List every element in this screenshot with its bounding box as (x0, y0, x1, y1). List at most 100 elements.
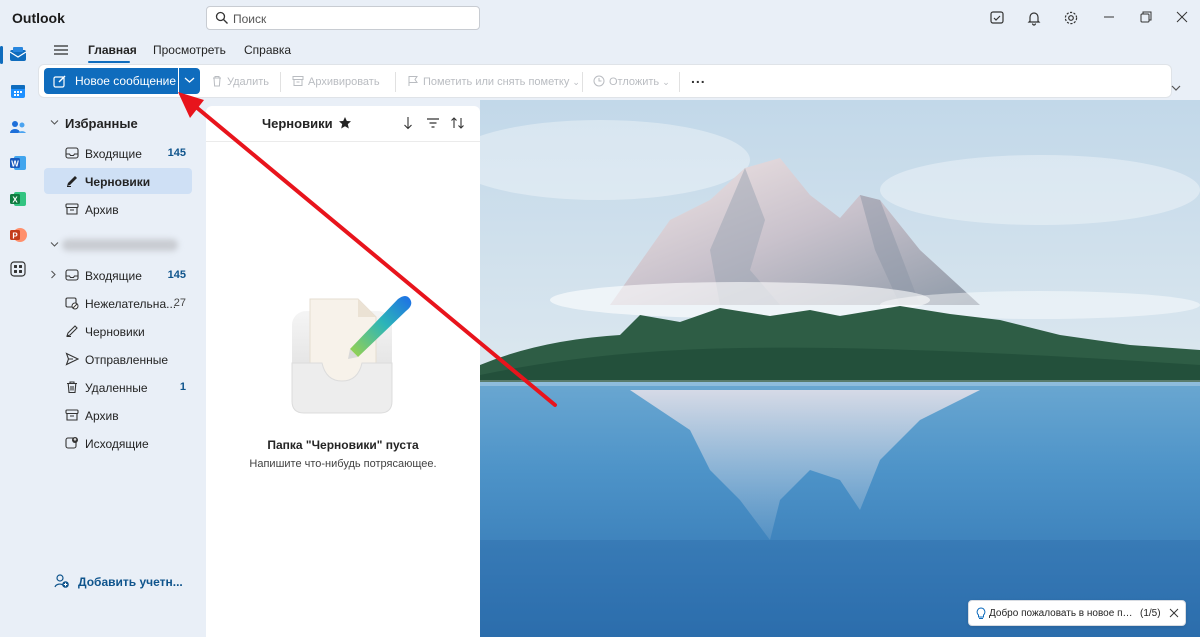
add-person-icon (54, 574, 69, 588)
archive-icon (292, 76, 304, 86)
excel-icon[interactable]: X (8, 189, 28, 209)
ribbon-toolbar: Новое сообщение Удалить Архивировать Пом… (38, 64, 1172, 98)
sort-icon[interactable] (450, 116, 466, 130)
apps-icon[interactable] (8, 259, 28, 279)
tab-home[interactable]: Главная (88, 43, 137, 57)
flag-label: Пометить или снять пометку (423, 76, 570, 88)
welcome-tip[interactable]: Добро пожаловать в новое приложение Outl… (968, 600, 1186, 626)
bell-icon[interactable] (1026, 10, 1042, 26)
word-icon[interactable]: W (8, 153, 28, 173)
folder-label: Архив (85, 409, 119, 423)
archive-label: Архивировать (308, 76, 380, 88)
hamburger-menu-icon[interactable] (54, 44, 68, 56)
empty-drafts-illustration (291, 296, 412, 414)
folder-account-archive[interactable]: Архив (44, 402, 192, 428)
svg-text:X: X (12, 196, 18, 205)
archive-icon (65, 409, 79, 421)
close-icon[interactable] (1175, 10, 1189, 24)
search-input[interactable]: Поиск (206, 6, 480, 30)
flag-icon (408, 76, 418, 86)
folder-favorites-inbox[interactable]: Входящие 145 (44, 140, 192, 166)
pencil-icon (66, 325, 78, 337)
toolbar-divider (679, 72, 680, 92)
calendar-icon[interactable] (8, 81, 28, 101)
pencil-icon (67, 176, 77, 187)
folder-title: Черновики (262, 116, 333, 131)
folder-label: Исходящие (85, 437, 149, 451)
archive-icon (65, 203, 79, 215)
active-tab-indicator (88, 61, 130, 63)
item-count: 27 (173, 297, 186, 309)
folder-account-junk[interactable]: Нежелательна... 27 (44, 290, 192, 316)
tip-text: Добро пожаловать в новое приложение Outl… (989, 608, 1133, 619)
jump-to-icon[interactable] (402, 116, 414, 130)
folder-label: Черновики (85, 175, 151, 189)
chevron-down-icon (184, 77, 195, 83)
folder-favorites-archive[interactable]: Архив (44, 196, 192, 222)
archive-button[interactable]: Архивировать (292, 75, 380, 88)
restore-icon[interactable] (1139, 10, 1153, 24)
ribbon: Главная Просмотреть Справка Новое сообще… (38, 38, 1200, 100)
tab-help[interactable]: Справка (244, 43, 291, 57)
my-day-icon[interactable] (989, 10, 1005, 26)
unread-count: 145 (167, 269, 186, 281)
rail-active-indicator (0, 46, 3, 64)
folder-label: Черновики (85, 325, 145, 339)
trash-icon (67, 381, 77, 394)
lightbulb-icon (976, 607, 986, 619)
add-account-button[interactable]: Добавить учетн... (54, 573, 183, 591)
toolbar-divider (395, 72, 396, 92)
flag-button[interactable]: Пометить или снять пометку ⌄ (407, 75, 580, 88)
trash-icon (213, 76, 221, 87)
message-list: Черновики Папка "Черновики" пуста Напиши… (206, 106, 480, 637)
minimize-icon[interactable] (1102, 10, 1116, 24)
folder-label: Нежелательна... (85, 297, 177, 311)
new-message-button[interactable]: Новое сообщение (44, 68, 178, 94)
ribbon-expand-icon[interactable] (1171, 84, 1181, 92)
chevron-right-icon[interactable] (50, 270, 57, 279)
toolbar-divider (582, 72, 583, 92)
gear-icon[interactable] (1063, 10, 1079, 26)
app-title: Outlook (12, 10, 65, 26)
folder-account-drafts[interactable]: Черновики (44, 318, 192, 344)
outbox-icon (65, 437, 78, 449)
clock-icon (593, 75, 605, 87)
account-name-redacted (62, 239, 178, 251)
new-message-dropdown[interactable] (179, 68, 200, 94)
title-bar: Outlook Поиск (0, 0, 1200, 38)
new-message-label: Новое сообщение (75, 74, 177, 88)
people-icon[interactable] (8, 117, 28, 137)
app-rail: W X P (0, 38, 38, 637)
powerpoint-icon[interactable]: P (8, 225, 28, 245)
send-icon (65, 352, 79, 366)
delete-label: Удалить (227, 76, 269, 88)
tab-view[interactable]: Просмотреть (153, 43, 226, 57)
folder-account-deleted[interactable]: Удаленные 1 (44, 374, 192, 400)
folder-account-sent[interactable]: Отправленные (44, 346, 192, 372)
inbox-icon (65, 269, 79, 281)
empty-state-subtitle: Напишите что-нибудь потрясающее. (249, 458, 437, 470)
chevron-down-icon (50, 120, 59, 125)
chevron-down-icon (50, 242, 59, 247)
folder-account-outbox[interactable]: Исходящие (44, 430, 192, 456)
mail-icon[interactable] (8, 45, 28, 65)
close-icon[interactable] (1169, 608, 1179, 618)
folder-account-inbox[interactable]: Входящие 145 (44, 262, 192, 288)
search-placeholder: Поиск (233, 12, 267, 26)
junk-icon (65, 297, 79, 310)
folder-favorites-drafts[interactable]: Черновики (44, 168, 192, 194)
star-icon[interactable] (338, 116, 352, 130)
filter-icon[interactable] (426, 116, 440, 130)
message-list-header: Черновики (206, 106, 480, 142)
inbox-icon (65, 147, 79, 159)
more-options-button[interactable]: ... (691, 70, 706, 86)
folder-pane: Избранные Входящие 145 Черновики Архив В… (38, 100, 205, 637)
toolbar-divider (280, 72, 281, 92)
snooze-button[interactable]: Отложить ⌄ (593, 75, 670, 88)
delete-button[interactable]: Удалить (211, 75, 269, 88)
snooze-label: Отложить (609, 76, 660, 88)
favorites-label: Избранные (65, 116, 138, 131)
landscape-background-image (480, 100, 1200, 637)
svg-text:P: P (12, 232, 18, 241)
compose-icon (53, 75, 66, 88)
